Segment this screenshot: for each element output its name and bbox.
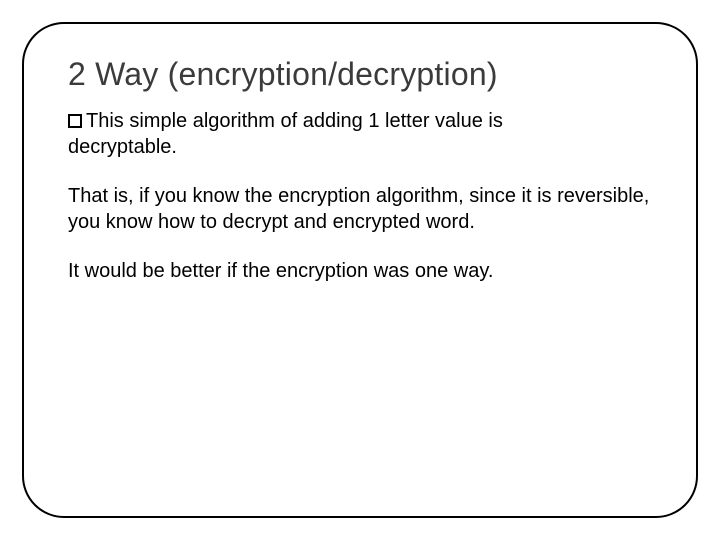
paragraph-1: That is, if you know the encryption algo…: [68, 184, 652, 235]
bullet-text-line1: This simple algorithm of adding 1 letter…: [86, 110, 503, 132]
paragraph-2: It would be better if the encryption was…: [68, 259, 652, 285]
bullet-item: This simple algorithm of adding 1 letter…: [68, 109, 652, 160]
slide-frame: 2 Way (encryption/decryption) This simpl…: [22, 22, 698, 518]
slide-title: 2 Way (encryption/decryption): [68, 56, 652, 93]
bullet-text-line2: decryptable.: [68, 136, 177, 158]
square-bullet-icon: [68, 114, 82, 128]
slide-body: This simple algorithm of adding 1 letter…: [68, 109, 652, 285]
